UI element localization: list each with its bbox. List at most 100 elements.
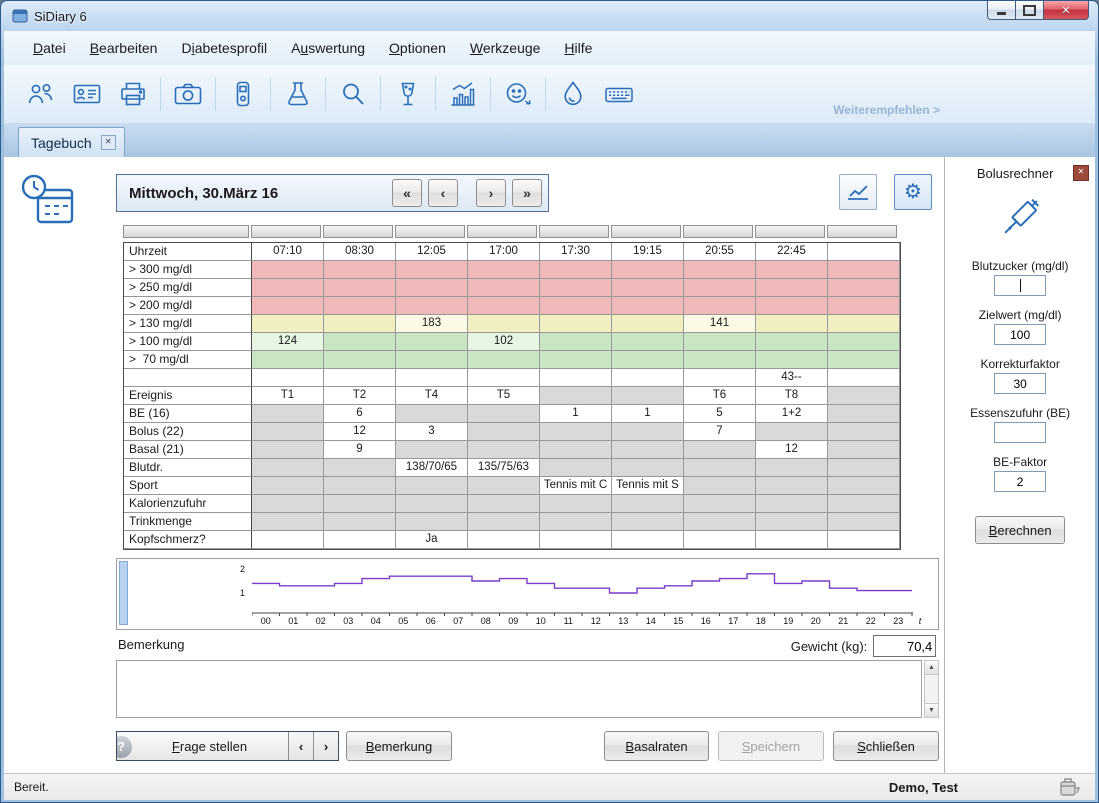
nutrition-icon[interactable] [385,73,431,115]
water-icon[interactable] [550,73,596,115]
column-header[interactable] [467,225,537,238]
diary-cell[interactable] [396,513,468,531]
diary-cell[interactable] [612,297,684,315]
diary-cell[interactable] [828,297,900,315]
column-header[interactable] [251,225,321,238]
diary-cell[interactable] [468,261,540,279]
diary-cell[interactable] [828,405,900,423]
diary-cell[interactable]: T5 [468,387,540,405]
diary-cell[interactable]: 138/70/65 [396,459,468,477]
search-icon[interactable] [330,73,376,115]
diary-cell[interactable] [324,459,396,477]
diary-cell[interactable] [252,279,324,297]
diary-cell[interactable]: 12:05 [396,243,468,261]
diary-cell[interactable] [252,513,324,531]
diary-cell[interactable] [756,495,828,513]
diary-cell[interactable] [252,369,324,387]
diary-cell[interactable] [684,279,756,297]
diary-cell[interactable] [612,351,684,369]
diary-cell[interactable] [828,531,900,549]
diary-cell[interactable] [828,477,900,495]
diary-cell[interactable]: 1 [612,405,684,423]
diary-cell[interactable] [756,423,828,441]
diary-cell[interactable] [828,387,900,405]
diary-cell[interactable]: 17:30 [540,243,612,261]
diary-cell[interactable] [540,261,612,279]
diary-cell[interactable] [324,297,396,315]
diary-cell[interactable] [612,369,684,387]
diary-cell[interactable] [324,333,396,351]
column-header[interactable] [827,225,897,238]
diary-cell[interactable] [828,495,900,513]
diary-cell[interactable] [396,495,468,513]
diary-cell[interactable]: 124 [252,333,324,351]
diary-cell[interactable] [540,333,612,351]
column-header[interactable] [611,225,681,238]
diary-cell[interactable] [612,423,684,441]
diary-cell[interactable]: T4 [396,387,468,405]
diary-cell[interactable] [540,297,612,315]
diary-cell[interactable] [396,405,468,423]
diary-cell[interactable] [612,333,684,351]
diary-cell[interactable] [756,315,828,333]
diary-cell[interactable]: Ja [396,531,468,549]
column-header[interactable] [539,225,609,238]
diary-cell[interactable] [396,441,468,459]
diary-cell[interactable] [540,531,612,549]
menu-item-diabetesprofil[interactable]: Diabetesprofil [172,36,276,60]
diary-cell[interactable] [540,495,612,513]
diary-cell[interactable] [756,513,828,531]
diary-cell[interactable]: 183 [396,315,468,333]
menu-item-auswertung[interactable]: Auswertung [282,36,374,60]
diary-cell[interactable] [684,351,756,369]
diary-cell[interactable] [324,261,396,279]
diary-cell[interactable]: 1 [540,405,612,423]
diary-cell[interactable] [828,423,900,441]
question-prev-button[interactable]: ‹ [288,732,313,760]
diary-cell[interactable] [684,441,756,459]
diary-cell[interactable] [612,387,684,405]
diary-cell[interactable]: 20:55 [684,243,756,261]
diary-cell[interactable]: 3 [396,423,468,441]
diary-cell[interactable] [252,531,324,549]
diary-cell[interactable] [828,315,900,333]
diary-cell[interactable] [396,333,468,351]
diary-cell[interactable]: 17:00 [468,243,540,261]
menu-item-optionen[interactable]: Optionen [380,36,455,60]
diary-cell[interactable]: 5 [684,405,756,423]
diary-cell[interactable] [396,297,468,315]
diary-cell[interactable] [324,351,396,369]
diary-cell[interactable] [252,495,324,513]
diary-cell[interactable] [684,477,756,495]
diary-cell[interactable] [468,315,540,333]
diary-cell[interactable] [756,531,828,549]
diary-cell[interactable]: T2 [324,387,396,405]
menu-item-bearbeiten[interactable]: Bearbeiten [81,36,167,60]
scroll-up-icon[interactable]: ▲ [925,661,938,675]
diary-cell[interactable] [540,279,612,297]
diary-cell[interactable] [324,315,396,333]
diary-cell[interactable] [540,423,612,441]
diary-cell[interactable] [252,261,324,279]
diary-cell[interactable] [828,459,900,477]
diary-cell[interactable] [684,495,756,513]
photo-icon[interactable] [165,73,211,115]
diary-cell[interactable] [252,405,324,423]
panel-close-icon[interactable]: ✕ [1073,165,1089,181]
tab-tagebuch[interactable]: Tagebuch ✕ [18,127,125,157]
diary-cell[interactable] [324,513,396,531]
frage-stellen-button[interactable]: Frage stellen [117,739,288,754]
recommend-link[interactable]: Weiterempfehlen > [833,103,940,117]
diary-cell[interactable] [756,459,828,477]
comment-textarea[interactable] [116,660,922,718]
diary-cell[interactable] [756,279,828,297]
diary-cell[interactable]: T6 [684,387,756,405]
diary-cell[interactable] [612,261,684,279]
statistics-icon[interactable] [440,73,486,115]
diary-cell[interactable] [684,513,756,531]
trend-chart-button[interactable] [839,174,877,210]
diary-cell[interactable] [252,351,324,369]
diary-cell[interactable] [468,423,540,441]
diary-cell[interactable] [252,441,324,459]
diary-cell[interactable] [324,477,396,495]
